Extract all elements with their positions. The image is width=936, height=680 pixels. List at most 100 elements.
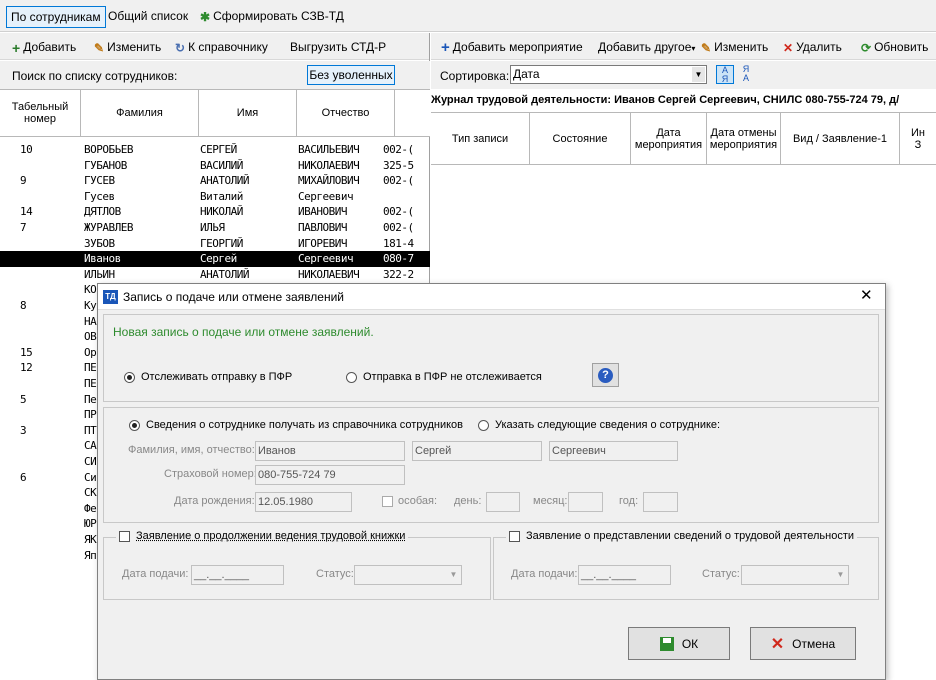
year-field[interactable]	[643, 492, 678, 512]
track-pfr-radio[interactable]	[124, 372, 135, 383]
specify-radio[interactable]	[478, 420, 489, 431]
edit-icon: ✎	[94, 40, 105, 55]
refresh-button[interactable]: ⟳ Обновить	[861, 39, 928, 56]
add-other-dropdown[interactable]: Добавить другое▾	[598, 39, 695, 57]
edit-event-label: Изменить	[714, 40, 769, 54]
provide-info-checkbox[interactable]	[509, 530, 520, 542]
delete-event-button[interactable]: ✕ Удалить	[783, 39, 842, 56]
search-label: Поиск по списку сотрудников:	[12, 69, 178, 83]
col-header-record-type[interactable]: Тип записи	[431, 113, 530, 164]
col-header-state[interactable]: Состояние	[530, 113, 631, 164]
table-cell: 002-(	[383, 143, 414, 156]
generate-szv-td-button[interactable]: ✱ Сформировать СЗВ-ТД	[196, 6, 348, 28]
table-cell: Иванов	[84, 252, 121, 266]
table-cell: ЗУБОВ	[84, 236, 115, 250]
table-cell: 002-(	[383, 205, 414, 219]
add-employee-button[interactable]: + Добавить	[12, 39, 76, 56]
table-row[interactable]: ГУБАНОВ ВАСИЛИЙ НИКОЛАЕВИЧ 325-5	[0, 158, 430, 174]
specify-label: Указать следующие сведения о сотруднике:	[495, 419, 721, 431]
table-cell: 080-7	[383, 252, 414, 266]
birth-label: Дата рождения:	[174, 495, 255, 507]
table-row[interactable]: 7 ЖУРАВЛЕВ ИЛЬЯ ПАВЛОВИЧ 002-(	[0, 220, 430, 236]
table-row[interactable]: Иванов Сергей Сергеевич 080-7	[0, 251, 430, 267]
sort-descending-icon[interactable]: ЯА	[737, 65, 755, 84]
plus-icon: +	[12, 39, 21, 56]
special-label: особая:	[398, 495, 438, 507]
special-date-checkbox[interactable]	[382, 496, 393, 507]
table-cell: 002-(	[383, 174, 414, 188]
table-cell: НИКОЛАЕВИЧ	[298, 267, 360, 281]
help-button[interactable]: ?	[592, 363, 619, 387]
table-cell: 181-4	[383, 236, 414, 250]
col-header-event-date[interactable]: Дата мероприятия	[631, 113, 707, 164]
day-field[interactable]	[486, 492, 520, 512]
col-header-snils[interactable]	[395, 90, 430, 136]
insurance-field[interactable]: 080-755-724 79	[255, 465, 405, 485]
middle-name-field[interactable]: Сергеевич	[549, 441, 678, 461]
left-date-field[interactable]: __.__.____	[191, 565, 284, 585]
month-field[interactable]	[568, 492, 603, 512]
no-track-pfr-radio[interactable]	[346, 372, 357, 383]
col-header-kind[interactable]: Вид / Заявление-1	[781, 113, 900, 164]
birth-date-field[interactable]: 12.05.1980	[255, 492, 352, 512]
generate-label: Сформировать СЗВ-ТД	[213, 9, 344, 23]
col-header-other[interactable]: Ин З	[900, 113, 936, 164]
table-row[interactable]: 14 ДЯТЛОВ НИКОЛАЙ ИВАНОВИЧ 002-(	[0, 204, 430, 220]
cancel-button[interactable]: ✕ Отмена	[750, 627, 856, 660]
add-label: Добавить	[23, 40, 77, 54]
right-status-label: Статус:	[702, 568, 740, 580]
close-icon[interactable]: ✕	[860, 286, 873, 304]
edit-event-button[interactable]: ✎ Изменить	[701, 39, 768, 56]
no-track-pfr-label: Отправка в ПФР не отслеживается	[363, 371, 542, 383]
last-name-field[interactable]: Иванов	[255, 441, 405, 461]
table-cell: ИВАНОВИЧ	[298, 205, 347, 219]
right-date-field[interactable]: __.__.____	[578, 565, 671, 585]
sorting-select[interactable]: Дата ▼	[510, 65, 707, 84]
track-pfr-label: Отслеживать отправку в ПФР	[141, 371, 293, 383]
table-cell: 002-(	[383, 221, 414, 234]
ok-button[interactable]: ОК	[628, 627, 730, 660]
tab-general-list[interactable]: Общий список	[104, 6, 192, 28]
table-cell: ИГОРЕВИЧ	[298, 236, 347, 250]
edit-icon: ✎	[701, 40, 712, 55]
export-std-r-button[interactable]: Выгрузить СТД-Р	[290, 39, 386, 55]
table-cell: 325-5	[383, 158, 414, 172]
table-row[interactable]: ЗУБОВ ГЕОРГИЙ ИГОРЕВИЧ 181-4	[0, 236, 430, 252]
table-cell: Сергеевич	[298, 252, 354, 266]
edit-label: Изменить	[107, 40, 162, 54]
sort-ascending-icon[interactable]: АЯ	[716, 65, 734, 84]
table-row[interactable]: ИЛЬИН АНАТОЛИЙ НИКОЛАЕВИЧ 322-2	[0, 267, 430, 283]
table-row[interactable]: 10 ВОРОБЬЕВ СЕРГЕЙ ВАСИЛЬЕВИЧ 002-(	[0, 142, 430, 158]
dialog-title-bar: ТД Запись о подаче или отмене заявлений …	[98, 284, 885, 310]
table-row[interactable]: Гусев Виталий Сергеевич	[0, 189, 430, 205]
plus-icon: +	[441, 38, 450, 56]
col-header-cancel-date[interactable]: Дата отмены мероприятия	[707, 113, 781, 164]
dialog-header-text: Новая запись о подаче или отмене заявлен…	[113, 325, 374, 339]
first-name-field[interactable]: Сергей	[412, 441, 542, 461]
table-cell: 8	[20, 299, 27, 312]
col-header-first-name[interactable]: Имя	[199, 90, 297, 136]
table-cell: МИХАЙЛОВИЧ	[298, 174, 360, 188]
table-cell: НИКОЛАЙ	[200, 205, 243, 219]
refresh-label: Обновить	[874, 40, 929, 54]
add-event-button[interactable]: + Добавить мероприятие	[441, 39, 583, 56]
right-status-select[interactable]: ▼	[741, 565, 849, 585]
table-cell: ПАВЛОВИЧ	[298, 221, 347, 234]
edit-employee-button[interactable]: ✎ Изменить	[94, 39, 161, 56]
col-header-patronymic[interactable]: Отчество	[297, 90, 395, 136]
col-header-tab-number[interactable]: Табельный номер	[0, 90, 81, 136]
col-header-last-name[interactable]: Фамилия	[81, 90, 199, 136]
table-cell: АНАТОЛИЙ	[200, 267, 249, 281]
table-row[interactable]: 9 ГУСЕВ АНАТОЛИЙ МИХАЙЛОВИЧ 002-(	[0, 173, 430, 189]
without-fired-toggle[interactable]: Без уволенных	[307, 65, 395, 85]
search-input[interactable]	[184, 65, 302, 85]
table-cell: ВОРОБЬЕВ	[84, 143, 133, 156]
header-group: Новая запись о подаче или отмене заявлен…	[103, 314, 879, 402]
continue-workbook-label: Заявление о продолжении ведения трудовой…	[136, 530, 406, 542]
tab-by-employee[interactable]: По сотрудникам	[6, 6, 106, 28]
continue-workbook-checkbox[interactable]	[119, 530, 130, 542]
from-directory-radio[interactable]	[129, 420, 140, 431]
chevron-down-icon: ▼	[449, 570, 458, 579]
to-directory-button[interactable]: ↻ К справочнику	[175, 39, 268, 56]
left-status-select[interactable]: ▼	[354, 565, 462, 585]
